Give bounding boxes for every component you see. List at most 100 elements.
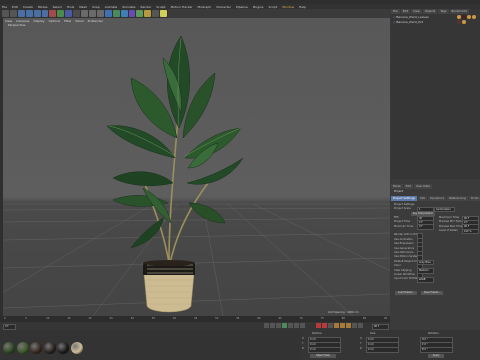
- previous-key-icon[interactable]: [270, 323, 275, 328]
- viewport-menu-item[interactable]: Cameras: [16, 19, 29, 23]
- object-manager-menu-item[interactable]: Bookmarks: [449, 9, 470, 14]
- attribute-menu-item[interactable]: Mode: [391, 184, 403, 189]
- start-frame-field[interactable]: 0 F: [3, 324, 16, 330]
- rotation-field[interactable]: B 0 °: [420, 347, 453, 353]
- viewport-menu-item[interactable]: Filter: [64, 19, 71, 23]
- material-tag-icon[interactable]: [472, 15, 476, 19]
- material-tag-icon[interactable]: [462, 15, 466, 19]
- perspective-viewport[interactable]: [3, 18, 390, 316]
- point-level-icon[interactable]: [358, 323, 363, 328]
- redo-icon[interactable]: [9, 10, 17, 17]
- menu-item[interactable]: Edit: [12, 5, 18, 9]
- material-swatch[interactable]: [30, 342, 42, 354]
- z-axis-icon[interactable]: [65, 10, 73, 17]
- menu-item[interactable]: Sculpt: [156, 5, 165, 9]
- viewport-menu-item[interactable]: Display: [33, 19, 44, 23]
- menu-item[interactable]: Script: [269, 5, 278, 9]
- attribute-tab[interactable]: To Do: [468, 196, 480, 201]
- object-manager-menu-item[interactable]: Edit: [400, 9, 411, 14]
- material-tag-icon[interactable]: [462, 20, 466, 24]
- attribute-menu-item[interactable]: User Data: [414, 184, 432, 189]
- scale-icon[interactable]: [33, 10, 41, 17]
- coord-system-icon[interactable]: [73, 10, 81, 17]
- parameter-key-icon[interactable]: [352, 323, 357, 328]
- undo-icon[interactable]: [2, 10, 9, 17]
- subdivision-icon[interactable]: [120, 10, 128, 17]
- rotate-icon[interactable]: [41, 10, 49, 17]
- previous-frame-icon[interactable]: [276, 323, 281, 328]
- object-manager-menu-item[interactable]: File: [391, 9, 400, 14]
- end-frame-field[interactable]: 90 F: [372, 324, 389, 330]
- camera-icon[interactable]: [152, 10, 160, 17]
- attribute-tab[interactable]: Info: [417, 196, 428, 201]
- material-tag-icon[interactable]: [457, 20, 461, 24]
- go-to-start-icon[interactable]: [264, 323, 269, 328]
- next-key-icon[interactable]: [294, 323, 299, 328]
- object-manager-menu-item[interactable]: Tags: [438, 9, 449, 14]
- bend-icon[interactable]: [136, 10, 144, 17]
- environment-icon[interactable]: [144, 10, 152, 17]
- material-tag-icon[interactable]: [457, 15, 461, 19]
- object-row[interactable]: ◇ Banana_Plant_Pot: [393, 20, 423, 24]
- object-row[interactable]: ◇ Banana_Plant_Leaves: [393, 15, 429, 19]
- object-name[interactable]: Banana_Plant_Pot: [396, 20, 423, 24]
- rotation-key-icon[interactable]: [346, 323, 351, 328]
- coordinate-mode-select[interactable]: Object (Rel): [310, 354, 336, 358]
- menu-item[interactable]: Help: [299, 5, 306, 9]
- position-key-icon[interactable]: [334, 323, 339, 328]
- load-preset-button[interactable]: Load Preset...: [395, 291, 417, 295]
- menu-item[interactable]: Character: [216, 5, 231, 9]
- menu-item[interactable]: File: [2, 5, 7, 9]
- pen-icon[interactable]: [112, 10, 120, 17]
- material-tag-icon[interactable]: [467, 15, 471, 19]
- play-icon[interactable]: [282, 323, 287, 328]
- render-settings-icon[interactable]: [96, 10, 104, 17]
- attribute-value-field[interactable]: 1: [417, 206, 434, 213]
- viewport-menu-item[interactable]: Panel: [76, 19, 84, 23]
- menu-item[interactable]: Tools: [67, 5, 74, 9]
- material-swatch[interactable]: [3, 342, 15, 354]
- record-icon[interactable]: [316, 323, 321, 328]
- menu-item[interactable]: Modes: [38, 5, 48, 9]
- material-swatch[interactable]: [57, 342, 69, 354]
- attribute-value-field[interactable]: 0 F: [417, 224, 434, 230]
- menu-item[interactable]: Create: [23, 5, 33, 9]
- object-name[interactable]: Banana_Plant_Leaves: [396, 15, 428, 19]
- material-swatch[interactable]: [16, 342, 29, 354]
- menu-item[interactable]: Simulate: [122, 5, 135, 9]
- viewport-menu-item[interactable]: View: [5, 19, 12, 23]
- menu-item[interactable]: Mesh: [79, 5, 87, 9]
- attribute-tab[interactable]: Dynamics: [428, 196, 447, 201]
- menu-item[interactable]: Pipeline: [236, 5, 248, 9]
- x-axis-icon[interactable]: [49, 10, 57, 17]
- object-manager-menu-item[interactable]: Objects: [422, 9, 438, 14]
- viewport-menu-item[interactable]: ProRender: [88, 19, 103, 23]
- menu-item[interactable]: Render: [141, 5, 152, 9]
- menu-item[interactable]: Animate: [105, 5, 118, 9]
- menu-item[interactable]: Window: [282, 5, 294, 9]
- viewport-menu-item[interactable]: Options: [49, 19, 61, 23]
- scale-key-icon[interactable]: [340, 323, 345, 328]
- live-selection-icon[interactable]: [17, 10, 25, 17]
- menu-item[interactable]: Select: [53, 5, 62, 9]
- apply-button[interactable]: Apply: [428, 354, 444, 358]
- attribute-unit-select[interactable]: Centimeters: [434, 206, 455, 213]
- array-icon[interactable]: [128, 10, 136, 17]
- attribute-value-field[interactable]: sRGB: [417, 277, 434, 283]
- y-axis-icon[interactable]: [57, 10, 65, 17]
- menu-item[interactable]: MoGraph: [198, 5, 212, 9]
- render-view-icon[interactable]: [81, 10, 88, 17]
- position-field[interactable]: 0 cm: [308, 347, 341, 353]
- menu-item[interactable]: Motion Tracker: [171, 5, 193, 9]
- next-frame-icon[interactable]: [288, 323, 293, 328]
- go-to-end-icon[interactable]: [300, 323, 305, 328]
- save-preset-button[interactable]: Save Preset...: [421, 291, 443, 295]
- material-swatch[interactable]: [70, 342, 83, 354]
- menu-item[interactable]: Plugins: [253, 5, 264, 9]
- move-icon[interactable]: [25, 10, 33, 17]
- cube-icon[interactable]: [104, 10, 112, 17]
- object-manager-menu-item[interactable]: View: [411, 9, 422, 14]
- attribute-value-field[interactable]: 100 %: [462, 228, 479, 235]
- menu-item[interactable]: Snap: [92, 5, 100, 9]
- light-icon[interactable]: [160, 10, 168, 17]
